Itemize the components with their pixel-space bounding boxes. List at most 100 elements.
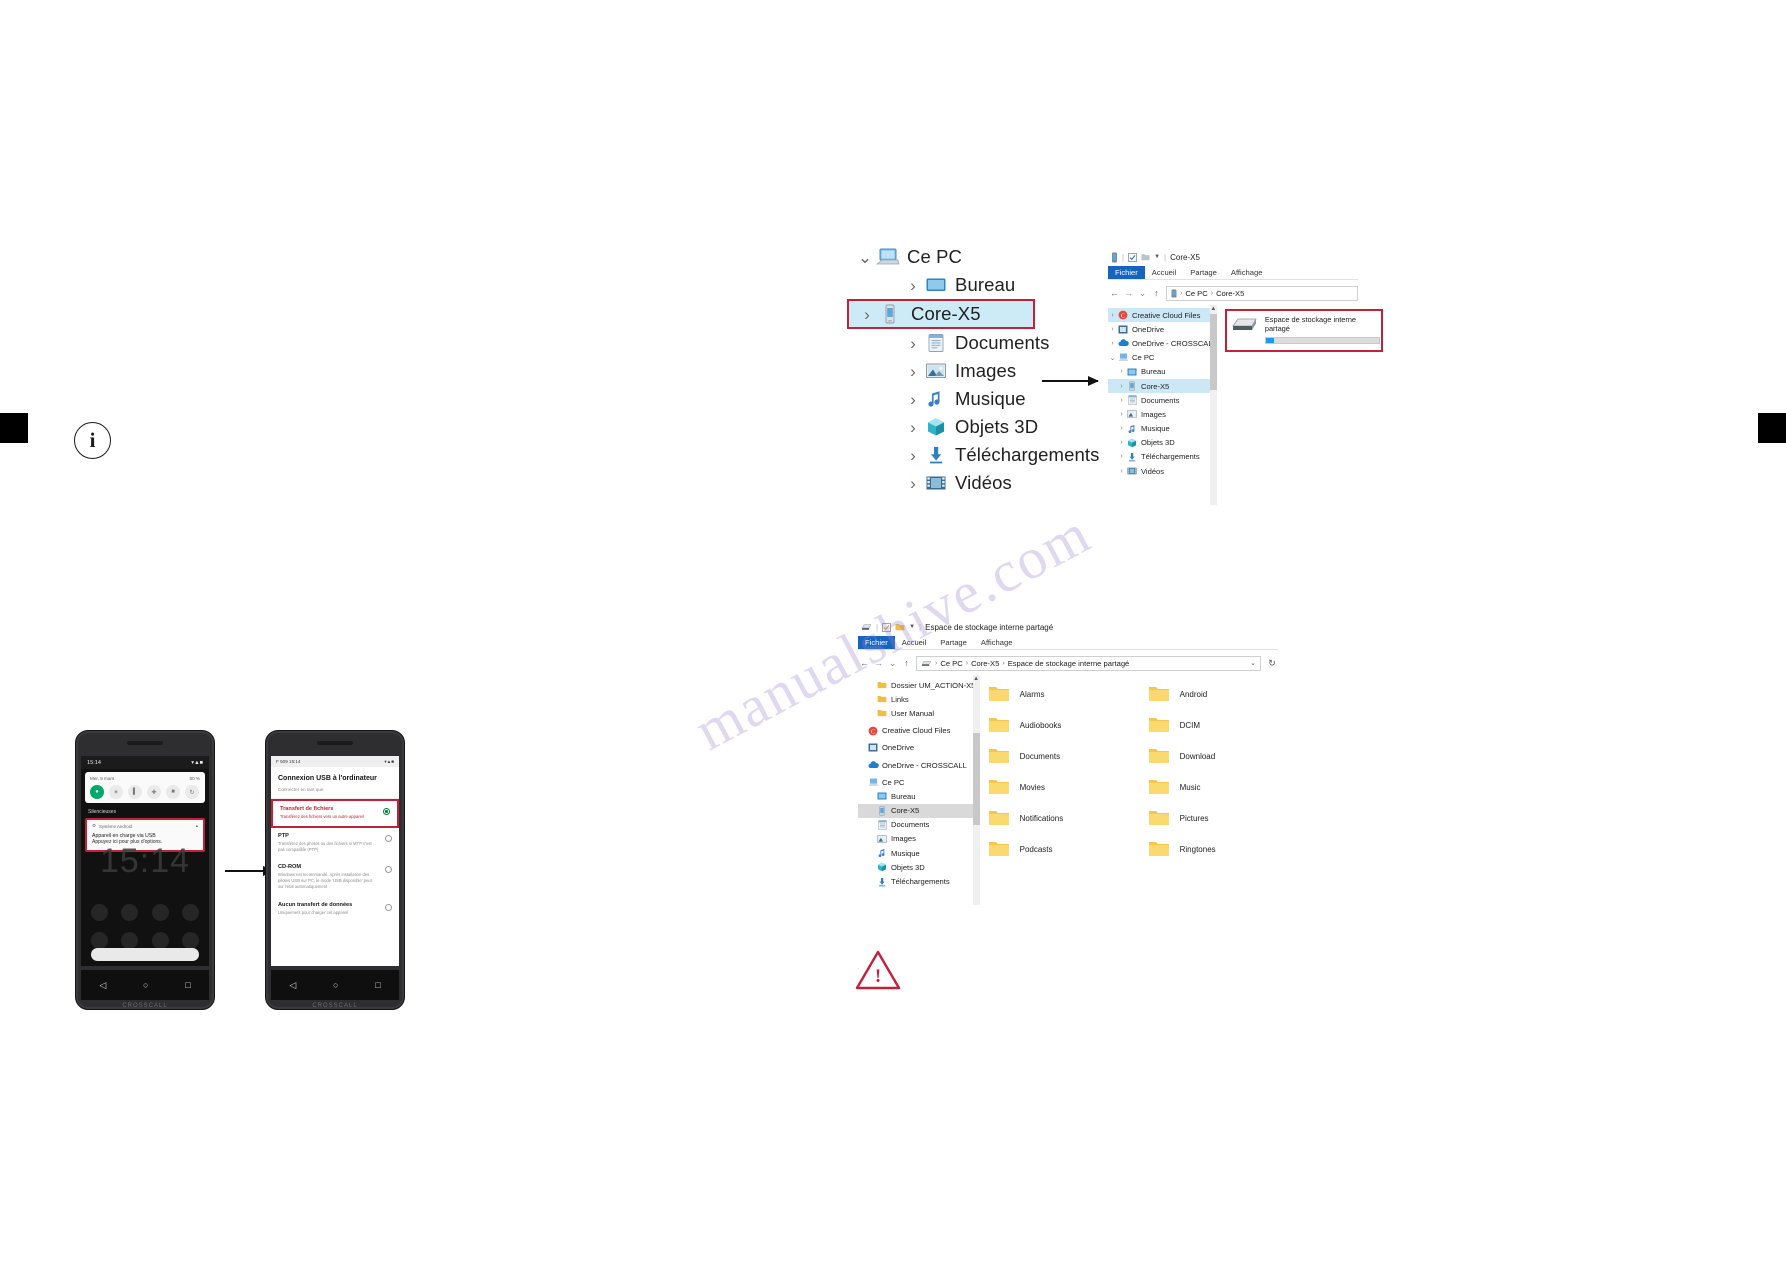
tab-fichier[interactable]: Fichier <box>858 636 895 649</box>
nav-item-musique[interactable]: › Musique <box>1108 422 1217 436</box>
properties-icon[interactable] <box>882 622 892 632</box>
usb-option-cd-rom[interactable]: CD-ROM Windows est recommandé. Après ins… <box>271 859 399 896</box>
folder-item-music[interactable]: Music <box>1148 778 1308 796</box>
nav-item-core-x5[interactable]: › Core-X5 <box>1108 378 1217 394</box>
rotate-tile-icon[interactable]: ↻ <box>185 785 199 799</box>
usb-option-aucun-transfert[interactable]: Aucun transfert de données Uniquement po… <box>271 897 399 922</box>
folder-item-documents[interactable]: Documents <box>988 747 1148 765</box>
nav-item-dossier-um-action[interactable]: Dossier UM_ACTION-X5_ <box>858 678 980 692</box>
wifi-tile-icon[interactable]: ● <box>90 785 104 799</box>
nav-item-telechargements[interactable]: Téléchargements <box>858 874 980 888</box>
nav-item-documents[interactable]: › Documents <box>1108 393 1217 407</box>
nav-item-documents[interactable]: Documents <box>858 818 980 832</box>
nav-item-links[interactable]: Links <box>858 692 980 706</box>
nav-item-objets-3d[interactable]: › Objets 3D <box>1108 436 1217 450</box>
folder-item-android[interactable]: Android <box>1148 685 1308 703</box>
chevron-right-icon[interactable]: › <box>903 447 923 464</box>
tab-partage[interactable]: Partage <box>933 636 974 649</box>
radio-button[interactable] <box>385 903 392 911</box>
properties-icon[interactable] <box>1128 252 1138 262</box>
usb-option-transfert-de-fichiers[interactable]: Transfert de fichiers Transférez des fic… <box>271 799 399 829</box>
back-button[interactable]: ← <box>1110 288 1119 298</box>
back-button[interactable]: ← <box>860 658 869 668</box>
back-nav-icon[interactable]: ◁ <box>99 980 106 991</box>
chevron-down-icon[interactable]: ⌄ <box>1108 354 1117 362</box>
forward-button[interactable]: → <box>1124 288 1133 298</box>
nav-item-musique[interactable]: Musique <box>858 846 980 860</box>
forward-button[interactable]: → <box>874 658 883 668</box>
chevron-right-icon[interactable]: › <box>1117 453 1126 460</box>
radio-button-selected[interactable] <box>383 808 390 815</box>
nav-item-images[interactable]: › Images <box>1108 407 1217 421</box>
nav-item-ce-pc[interactable]: Ce PC <box>858 775 980 789</box>
airplane-tile-icon[interactable]: ✚ <box>147 785 161 799</box>
tab-fichier[interactable]: Fichier <box>1108 266 1145 279</box>
chevron-right-icon[interactable]: › <box>1108 340 1117 347</box>
chevron-down-icon[interactable]: ⌄ <box>1250 659 1256 667</box>
nav-item-creative-cloud-files[interactable]: › C Creative Cloud Files <box>1108 308 1217 323</box>
folder-item-pictures[interactable]: Pictures <box>1148 809 1308 827</box>
chevron-right-icon[interactable]: › <box>903 419 923 436</box>
breadcrumb-core-x5[interactable]: Core-X5 <box>971 659 999 668</box>
refresh-button[interactable]: ↻ <box>1266 658 1278 669</box>
folder-item-dcim[interactable]: DCIM <box>1148 716 1308 734</box>
tab-affichage[interactable]: Affichage <box>974 636 1020 649</box>
home-nav-icon[interactable]: ○ <box>143 980 148 990</box>
recents-nav-icon[interactable]: □ <box>185 980 190 990</box>
scroll-up-arrow[interactable]: ▲ <box>973 675 980 683</box>
nav-pane-scrollbar[interactable]: ▲ <box>972 675 980 905</box>
chevron-down-icon[interactable]: ▼ <box>1154 254 1160 260</box>
nav-item-onedrive-crosscall[interactable]: OneDrive - CROSSCALL <box>858 758 980 772</box>
breadcrumb-core-x5[interactable]: Core-X5 <box>1216 289 1244 298</box>
nav-item-onedrive[interactable]: OneDrive <box>858 741 980 755</box>
chevron-right-icon[interactable]: › <box>903 363 923 380</box>
chevron-up-icon[interactable]: ▴ <box>196 823 198 829</box>
flashlight-tile-icon[interactable]: ▌ <box>128 785 142 799</box>
chevron-right-icon[interactable]: › <box>1117 439 1126 446</box>
usb-option-ptp[interactable]: PTP Transférez des photos ou des fichier… <box>271 828 399 859</box>
folder-item-download[interactable]: Download <box>1148 747 1308 765</box>
nav-item-creative-cloud-files[interactable]: C Creative Cloud Files <box>858 724 980 738</box>
nav-item-bureau[interactable]: › Bureau <box>1108 365 1217 379</box>
home-search-bar[interactable] <box>91 948 199 961</box>
chevron-right-icon[interactable]: › <box>1117 368 1126 375</box>
scrollbar-thumb[interactable] <box>972 733 980 825</box>
device-storage-item[interactable]: Espace de stockage interne partagé <box>1224 309 1383 352</box>
chevron-right-icon[interactable]: › <box>1117 411 1126 418</box>
address-input[interactable]: › Ce PC › Core-X5 <box>1166 285 1358 301</box>
folder-item-ringtones[interactable]: Ringtones <box>1148 840 1308 858</box>
up-button[interactable]: ↑ <box>1152 288 1161 298</box>
folder-item-notifications[interactable]: Notifications <box>988 809 1148 827</box>
chevron-right-icon[interactable]: › <box>1108 326 1117 333</box>
tab-accueil[interactable]: Accueil <box>895 636 933 649</box>
back-nav-icon[interactable]: ◁ <box>289 980 296 991</box>
new-folder-icon[interactable] <box>895 623 905 631</box>
tab-affichage[interactable]: Affichage <box>1224 266 1270 279</box>
nav-item-images[interactable]: Images <box>858 832 980 846</box>
recents-nav-icon[interactable]: □ <box>375 980 380 990</box>
chevron-right-icon[interactable]: › <box>1117 468 1126 475</box>
chevron-down-icon[interactable]: ⌄ <box>855 249 875 266</box>
nav-pane-scrollbar[interactable]: ▲ <box>1209 305 1217 505</box>
chevron-right-icon[interactable]: › <box>903 475 923 492</box>
nav-item-onedrive-crosscall[interactable]: › OneDrive - CROSSCALL <box>1108 336 1217 350</box>
tab-partage[interactable]: Partage <box>1183 266 1224 279</box>
chevron-right-icon[interactable]: › <box>857 306 877 323</box>
chevron-right-icon[interactable]: › <box>903 335 923 352</box>
nav-item-core-x5[interactable]: Core-X5 <box>858 803 980 818</box>
up-button[interactable]: ↑ <box>902 658 911 668</box>
folder-item-audiobooks[interactable]: Audiobooks <box>988 716 1148 734</box>
breadcrumb-ce-pc[interactable]: Ce PC <box>1185 289 1207 298</box>
recent-locations-button[interactable]: ⌄ <box>888 658 897 669</box>
scroll-up-arrow[interactable]: ▲ <box>1210 305 1217 313</box>
scrollbar-thumb[interactable] <box>1209 314 1217 390</box>
folder-item-podcasts[interactable]: Podcasts <box>988 840 1148 858</box>
chevron-right-icon[interactable]: › <box>1117 397 1126 404</box>
nav-item-onedrive[interactable]: › OneDrive <box>1108 322 1217 336</box>
tab-accueil[interactable]: Accueil <box>1145 266 1183 279</box>
bluetooth-tile-icon[interactable]: ✶ <box>109 785 123 799</box>
nav-item-telechargements[interactable]: › Téléchargements <box>1108 450 1217 464</box>
address-input[interactable]: › Ce PC › Core-X5 › Espace de stockage i… <box>916 655 1261 671</box>
nav-item-videos[interactable]: › Vidéos <box>1108 464 1217 478</box>
battery-saver-tile-icon[interactable]: ■ <box>166 785 180 799</box>
